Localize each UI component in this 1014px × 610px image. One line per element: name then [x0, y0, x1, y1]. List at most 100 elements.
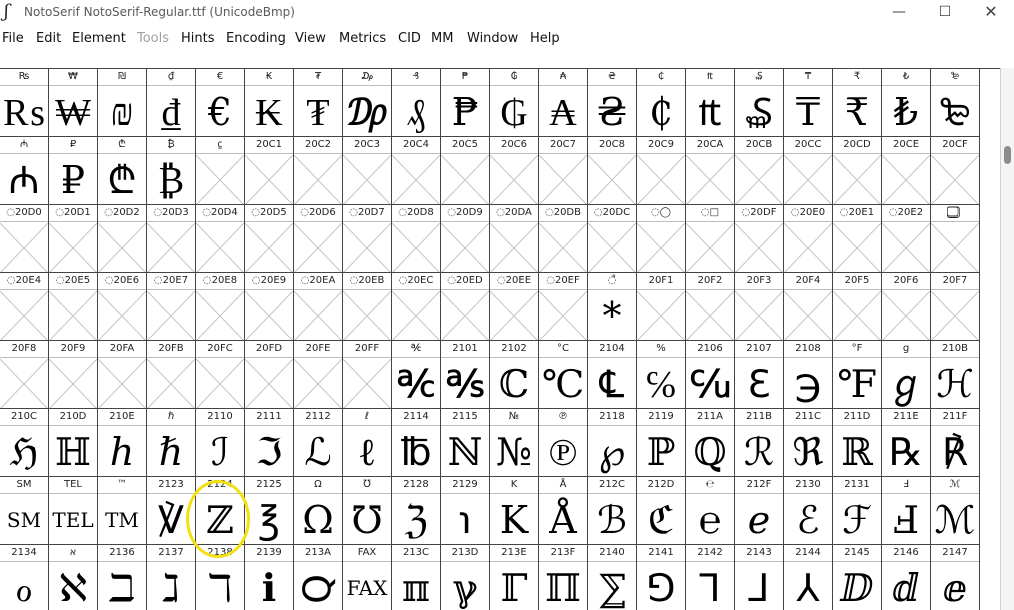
glyph-cell[interactable]: ₵ ₵ — [637, 69, 686, 137]
glyph-cell[interactable]: 20FB — [147, 341, 196, 409]
glyph-cell[interactable]: TEL TEL — [49, 477, 98, 545]
glyph-cell[interactable]: ◌20EE — [490, 273, 539, 341]
glyph-cell[interactable]: gℊ — [882, 341, 931, 409]
glyph-cell[interactable]: ₷ ₷ — [735, 69, 784, 137]
glyph-cell[interactable]: 213D ℽ — [441, 545, 490, 610]
glyph-cell[interactable]: ₴ ₴ — [588, 69, 637, 137]
glyph-cell[interactable]: 2110 ℐ — [196, 409, 245, 477]
glyph-cell[interactable]: 2104 ℄ — [588, 341, 637, 409]
glyph-cell[interactable]: 210D ℍ — [49, 409, 98, 477]
glyph-cell[interactable]: 20F4 — [784, 273, 833, 341]
glyph-cell[interactable]: 20C8 — [588, 137, 637, 205]
glyph-cell[interactable]: ◌20E9 — [245, 273, 294, 341]
glyph-cell[interactable]: 20CA — [686, 137, 735, 205]
glyph-cell[interactable]: ◌20D3 — [147, 205, 196, 273]
glyph-cell[interactable]: 20C6 — [490, 137, 539, 205]
glyph-cell[interactable]: 2125 ℥ — [245, 477, 294, 545]
glyph-cell[interactable]: ◌20DA — [490, 205, 539, 273]
glyph-cell[interactable]: ℗ ℗ — [539, 409, 588, 477]
glyph-cell[interactable]: 2107 ℇ — [735, 341, 784, 409]
glyph-cell[interactable]: 20CD — [833, 137, 882, 205]
glyph-cell[interactable]: 2131 ℱ — [833, 477, 882, 545]
glyph-cell[interactable]: 2128 ℨ — [392, 477, 441, 545]
glyph-cell[interactable]: 2143 ⅃ — [735, 545, 784, 610]
glyph-cell[interactable]: ◌20E1 — [833, 205, 882, 273]
glyph-cell[interactable]: 20CB — [735, 137, 784, 205]
glyph-cell[interactable]: № № — [490, 409, 539, 477]
glyph-cell[interactable]: 213F ℿ — [539, 545, 588, 610]
glyph-cell[interactable]: ◌◯ — [637, 205, 686, 273]
glyph-cell[interactable]: 20C5 — [441, 137, 490, 205]
glyph-cell[interactable]: ◌20ED — [441, 273, 490, 341]
glyph-cell[interactable]: 211B ℛ — [735, 409, 784, 477]
glyph-cell[interactable]: 2130 ℰ — [784, 477, 833, 545]
glyph-cell[interactable]: 2144 ⅄ — [784, 545, 833, 610]
glyph-cell[interactable]: 20F2 — [686, 273, 735, 341]
glyph-cell[interactable]: 2106 ℆ — [686, 341, 735, 409]
glyph-cell[interactable]: 2140 ⅀ — [588, 545, 637, 610]
menu-cid[interactable]: CID — [398, 31, 421, 46]
glyph-cell[interactable]: ₾ ₾ — [98, 137, 147, 205]
glyph-cell[interactable]: ₶ ₶ — [686, 69, 735, 137]
glyph-cell[interactable]: ◌20EC — [392, 273, 441, 341]
glyph-cell[interactable]: ₪ ₪ — [98, 69, 147, 137]
glyph-cell[interactable]: 20FF — [343, 341, 392, 409]
glyph-cell[interactable]: ₺ ₺ — [882, 69, 931, 137]
glyph-cell[interactable]: ⃀ — [196, 137, 245, 205]
glyph-cell[interactable]: 2114 ℔ — [392, 409, 441, 477]
glyph-cell[interactable]: ◌20E2 — [882, 205, 931, 273]
glyph-cell[interactable]: ₽ ₽ — [49, 137, 98, 205]
glyph-cell[interactable]: 2129 ℩ — [441, 477, 490, 545]
menu-metrics[interactable]: Metrics — [339, 31, 386, 46]
glyph-cell[interactable]: ÅÅ — [539, 477, 588, 545]
glyph-cell[interactable]: 2112 ℒ — [294, 409, 343, 477]
glyph-cell[interactable]: 2102 ℂ — [490, 341, 539, 409]
glyph-cell[interactable]: FAX FAX — [343, 545, 392, 610]
glyph-cell[interactable]: ₳ ₳ — [539, 69, 588, 137]
glyph-cell[interactable]: ₩ ₩ — [49, 69, 98, 137]
menu-mm[interactable]: MM — [431, 31, 453, 46]
glyph-cell[interactable]: 20F5 — [833, 273, 882, 341]
glyph-cell[interactable]: 2139 ℹ — [245, 545, 294, 610]
minimize-button[interactable]: — — [876, 0, 922, 26]
glyph-cell[interactable]: 210E ℎ — [98, 409, 147, 477]
glyph-cell[interactable]: 2137 ℷ — [147, 545, 196, 610]
glyph-cell[interactable]: 2145 ⅅ — [833, 545, 882, 610]
glyph-cell[interactable]: ◌20E5 — [49, 273, 98, 341]
glyph-cell[interactable]: ℮ ℮ — [686, 477, 735, 545]
glyph-cell[interactable]: 20C2 — [294, 137, 343, 205]
glyph-cell[interactable]: ₯ ₯ — [343, 69, 392, 137]
glyph-cell[interactable]: ₼ ₼ — [0, 137, 49, 205]
glyph-cell[interactable]: ◌20EA — [294, 273, 343, 341]
glyph-cell[interactable]: 210B ℋ — [931, 341, 980, 409]
glyph-cell[interactable]: ℓℓ — [343, 409, 392, 477]
glyph-cell[interactable]: ◌20EB — [343, 273, 392, 341]
glyph-cell[interactable]: ◌20DB — [539, 205, 588, 273]
glyph-cell[interactable]: 2101 ℁ — [441, 341, 490, 409]
glyph-cell[interactable]: 20CC — [784, 137, 833, 205]
scrollbar-thumb[interactable] — [1004, 146, 1011, 164]
glyph-cell[interactable]: ◌□ — [686, 205, 735, 273]
glyph-cell[interactable]: 211E ℞ — [882, 409, 931, 477]
glyph-cell[interactable]: °F ℉ — [833, 341, 882, 409]
glyph-cell[interactable]: 20FA — [98, 341, 147, 409]
glyph-cell[interactable]: ₱ ₱ — [441, 69, 490, 137]
glyph-cell[interactable]: 2119 ℙ — [637, 409, 686, 477]
glyph-cell[interactable]: ₰ ₰ — [392, 69, 441, 137]
glyph-cell[interactable]: ℀ ℀ — [392, 341, 441, 409]
glyph-cell[interactable]: ◌20E0 — [784, 205, 833, 273]
glyph-cell[interactable]: ◌20E6 — [98, 273, 147, 341]
glyph-cell[interactable]: ◌20E4 — [0, 273, 49, 341]
glyph-cell[interactable]: 20F9 — [49, 341, 98, 409]
glyph-cell[interactable]: 20C1 — [245, 137, 294, 205]
glyph-cell[interactable]: ◌20D9 — [441, 205, 490, 273]
glyph-cell[interactable]: ◌20D7 — [343, 205, 392, 273]
menu-edit[interactable]: Edit — [36, 31, 61, 46]
glyph-cell[interactable]: ₭ ₭ — [245, 69, 294, 137]
glyph-cell[interactable]: ℧ ℧ — [343, 477, 392, 545]
glyph-cell[interactable]: אℵ — [49, 545, 98, 610]
glyph-cell[interactable]: 213A ℺ — [294, 545, 343, 610]
glyph-cell[interactable]: 212F ℯ — [735, 477, 784, 545]
glyph-cell[interactable]: 2142 ⅂ — [686, 545, 735, 610]
glyph-cell[interactable]: ₿ ₿ — [147, 137, 196, 205]
